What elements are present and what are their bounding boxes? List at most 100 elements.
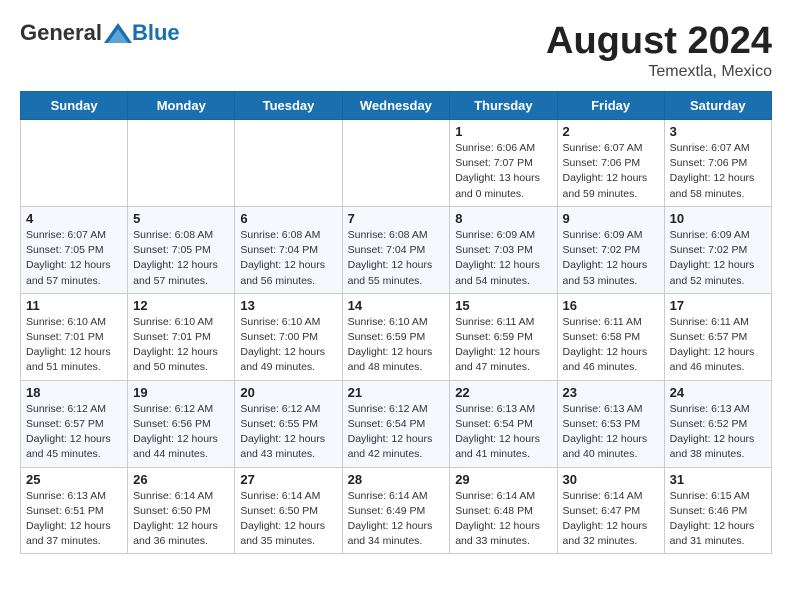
page-title: August 2024 xyxy=(546,20,772,63)
day-info: Sunrise: 6:14 AM Sunset: 6:49 PM Dayligh… xyxy=(348,489,445,550)
day-number: 12 xyxy=(133,298,229,313)
day-info: Sunrise: 6:07 AM Sunset: 7:06 PM Dayligh… xyxy=(563,141,659,202)
day-info: Sunrise: 6:14 AM Sunset: 6:50 PM Dayligh… xyxy=(240,489,336,550)
table-row: 11Sunrise: 6:10 AM Sunset: 7:01 PM Dayli… xyxy=(21,293,128,380)
day-info: Sunrise: 6:07 AM Sunset: 7:05 PM Dayligh… xyxy=(26,228,122,289)
day-info: Sunrise: 6:13 AM Sunset: 6:52 PM Dayligh… xyxy=(670,402,766,463)
table-row: 30 Sunrise: 6:14 AM Sunset: 6:47 PM Dayli… xyxy=(557,467,664,554)
day-number: 24 xyxy=(670,385,766,400)
day-number: 30 xyxy=(563,472,659,487)
day-info: Sunrise: 6:08 AM Sunset: 7:04 PM Dayligh… xyxy=(348,228,445,289)
day-number: 20 xyxy=(240,385,336,400)
day-info: Sunrise: 6:08 AM Sunset: 7:05 PM Dayligh… xyxy=(133,228,229,289)
day-info: Sunrise: 6:12 AM Sunset: 6:54 PM Dayligh… xyxy=(348,402,445,463)
calendar-week-row: 1Sunrise: 6:06 AM Sunset: 7:07 PM Daylig… xyxy=(21,120,772,207)
table-row: 14 Sunrise: 6:10 AM Sunset: 6:59 PM Dayli… xyxy=(342,293,450,380)
day-number: 2 xyxy=(563,124,659,139)
day-info: Sunrise: 6:12 AM Sunset: 6:56 PM Dayligh… xyxy=(133,402,229,463)
weekday-header-saturday: Saturday xyxy=(664,92,771,120)
table-row: 5 Sunrise: 6:08 AM Sunset: 7:05 PM Daylig… xyxy=(128,206,235,293)
table-row: 15 Sunrise: 6:11 AM Sunset: 6:59 PM Dayli… xyxy=(450,293,557,380)
logo: General Blue xyxy=(20,20,180,46)
logo-icon xyxy=(104,23,132,43)
day-number: 21 xyxy=(348,385,445,400)
day-info: Sunrise: 6:10 AM Sunset: 6:59 PM Dayligh… xyxy=(348,315,445,376)
day-info: Sunrise: 6:14 AM Sunset: 6:50 PM Dayligh… xyxy=(133,489,229,550)
table-row: 26 Sunrise: 6:14 AM Sunset: 6:50 PM Dayli… xyxy=(128,467,235,554)
day-info: Sunrise: 6:09 AM Sunset: 7:02 PM Dayligh… xyxy=(670,228,766,289)
day-number: 8 xyxy=(455,211,551,226)
table-row: 7 Sunrise: 6:08 AM Sunset: 7:04 PM Daylig… xyxy=(342,206,450,293)
logo-blue: Blue xyxy=(132,20,180,46)
page-location: Temextla, Mexico xyxy=(546,63,772,81)
calendar-week-row: 25 Sunrise: 6:13 AM Sunset: 6:51 PM Dayli… xyxy=(21,467,772,554)
day-number: 3 xyxy=(670,124,766,139)
table-row xyxy=(342,120,450,207)
day-number: 5 xyxy=(133,211,229,226)
table-row: 23Sunrise: 6:13 AM Sunset: 6:53 PM Dayli… xyxy=(557,380,664,467)
day-number: 10 xyxy=(670,211,766,226)
table-row: 31 Sunrise: 6:15 AM Sunset: 6:46 PM Dayli… xyxy=(664,467,771,554)
day-info: Sunrise: 6:08 AM Sunset: 7:04 PM Dayligh… xyxy=(240,228,336,289)
day-number: 28 xyxy=(348,472,445,487)
table-row: 19 Sunrise: 6:12 AM Sunset: 6:56 PM Dayli… xyxy=(128,380,235,467)
calendar-table: SundayMondayTuesdayWednesdayThursdayFrid… xyxy=(20,91,772,554)
day-info: Sunrise: 6:09 AM Sunset: 7:03 PM Dayligh… xyxy=(455,228,551,289)
day-info: Sunrise: 6:15 AM Sunset: 6:46 PM Dayligh… xyxy=(670,489,766,550)
table-row: 1Sunrise: 6:06 AM Sunset: 7:07 PM Daylig… xyxy=(450,120,557,207)
calendar-header-row: SundayMondayTuesdayWednesdayThursdayFrid… xyxy=(21,92,772,120)
table-row: 20 Sunrise: 6:12 AM Sunset: 6:55 PM Dayli… xyxy=(235,380,342,467)
day-info: Sunrise: 6:11 AM Sunset: 6:58 PM Dayligh… xyxy=(563,315,659,376)
weekday-header-wednesday: Wednesday xyxy=(342,92,450,120)
table-row: 21 Sunrise: 6:12 AM Sunset: 6:54 PM Dayli… xyxy=(342,380,450,467)
weekday-header-sunday: Sunday xyxy=(21,92,128,120)
table-row: 12Sunrise: 6:10 AM Sunset: 7:01 PM Dayli… xyxy=(128,293,235,380)
weekday-header-thursday: Thursday xyxy=(450,92,557,120)
day-number: 22 xyxy=(455,385,551,400)
weekday-header-friday: Friday xyxy=(557,92,664,120)
table-row: 3 Sunrise: 6:07 AM Sunset: 7:06 PM Daylig… xyxy=(664,120,771,207)
weekday-header-tuesday: Tuesday xyxy=(235,92,342,120)
table-row: 24 Sunrise: 6:13 AM Sunset: 6:52 PM Dayli… xyxy=(664,380,771,467)
day-info: Sunrise: 6:11 AM Sunset: 6:57 PM Dayligh… xyxy=(670,315,766,376)
table-row: 2 Sunrise: 6:07 AM Sunset: 7:06 PM Daylig… xyxy=(557,120,664,207)
table-row: 13Sunrise: 6:10 AM Sunset: 7:00 PM Dayli… xyxy=(235,293,342,380)
day-info: Sunrise: 6:06 AM Sunset: 7:07 PM Dayligh… xyxy=(455,141,551,202)
day-number: 7 xyxy=(348,211,445,226)
day-number: 26 xyxy=(133,472,229,487)
calendar-week-row: 11Sunrise: 6:10 AM Sunset: 7:01 PM Dayli… xyxy=(21,293,772,380)
day-number: 4 xyxy=(26,211,122,226)
day-number: 13 xyxy=(240,298,336,313)
day-number: 29 xyxy=(455,472,551,487)
table-row: 9 Sunrise: 6:09 AM Sunset: 7:02 PM Daylig… xyxy=(557,206,664,293)
day-number: 14 xyxy=(348,298,445,313)
table-row xyxy=(21,120,128,207)
day-info: Sunrise: 6:09 AM Sunset: 7:02 PM Dayligh… xyxy=(563,228,659,289)
day-number: 19 xyxy=(133,385,229,400)
table-row: 17 Sunrise: 6:11 AM Sunset: 6:57 PM Dayli… xyxy=(664,293,771,380)
day-info: Sunrise: 6:12 AM Sunset: 6:57 PM Dayligh… xyxy=(26,402,122,463)
day-number: 9 xyxy=(563,211,659,226)
table-row: 22 Sunrise: 6:13 AM Sunset: 6:54 PM Dayli… xyxy=(450,380,557,467)
table-row: 6Sunrise: 6:08 AM Sunset: 7:04 PM Daylig… xyxy=(235,206,342,293)
table-row: 29Sunrise: 6:14 AM Sunset: 6:48 PM Dayli… xyxy=(450,467,557,554)
day-info: Sunrise: 6:13 AM Sunset: 6:54 PM Dayligh… xyxy=(455,402,551,463)
day-info: Sunrise: 6:13 AM Sunset: 6:53 PM Dayligh… xyxy=(563,402,659,463)
logo-general: General xyxy=(20,20,102,46)
day-info: Sunrise: 6:11 AM Sunset: 6:59 PM Dayligh… xyxy=(455,315,551,376)
table-row: 4 Sunrise: 6:07 AM Sunset: 7:05 PM Daylig… xyxy=(21,206,128,293)
day-info: Sunrise: 6:14 AM Sunset: 6:47 PM Dayligh… xyxy=(563,489,659,550)
day-number: 15 xyxy=(455,298,551,313)
day-info: Sunrise: 6:12 AM Sunset: 6:55 PM Dayligh… xyxy=(240,402,336,463)
calendar-week-row: 4 Sunrise: 6:07 AM Sunset: 7:05 PM Daylig… xyxy=(21,206,772,293)
day-number: 25 xyxy=(26,472,122,487)
day-number: 17 xyxy=(670,298,766,313)
table-row xyxy=(235,120,342,207)
day-info: Sunrise: 6:13 AM Sunset: 6:51 PM Dayligh… xyxy=(26,489,122,550)
table-row: 25 Sunrise: 6:13 AM Sunset: 6:51 PM Dayli… xyxy=(21,467,128,554)
table-row: 10 Sunrise: 6:09 AM Sunset: 7:02 PM Dayli… xyxy=(664,206,771,293)
day-info: Sunrise: 6:07 AM Sunset: 7:06 PM Dayligh… xyxy=(670,141,766,202)
day-number: 18 xyxy=(26,385,122,400)
day-number: 31 xyxy=(670,472,766,487)
title-block: August 2024 Temextla, Mexico xyxy=(546,20,772,81)
